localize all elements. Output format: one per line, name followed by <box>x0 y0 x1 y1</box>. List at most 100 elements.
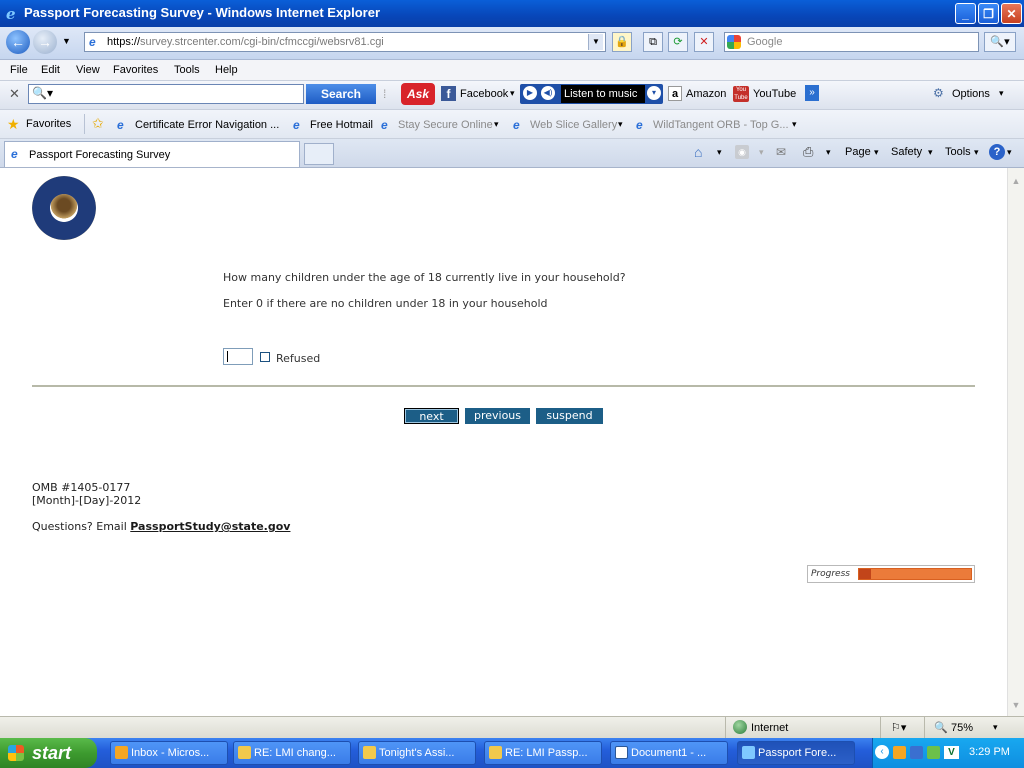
close-toolbar-icon[interactable]: ✕ <box>9 86 20 102</box>
scroll-up-icon[interactable]: ▲ <box>1009 174 1023 188</box>
previous-button[interactable]: previous <box>465 408 530 424</box>
print-dropdown-icon[interactable]: ▾ <box>826 147 831 158</box>
safety-menu[interactable]: Safety <box>891 146 922 158</box>
menu-favorites[interactable]: Favorites <box>113 64 158 76</box>
task-re-lmi-passport[interactable]: RE: LMI Passp... <box>484 741 602 765</box>
forward-button[interactable]: → <box>33 30 57 54</box>
clock[interactable]: 3:29 PM <box>969 746 1010 758</box>
tray-v-icon[interactable]: V <box>944 746 959 759</box>
resize-handle-icon[interactable]: ⁞ <box>383 87 386 101</box>
ask-logo-icon[interactable]: Ask <box>401 83 435 105</box>
play-icon[interactable]: ▶ <box>523 86 537 100</box>
mail-icon <box>363 746 376 759</box>
address-bar[interactable]: e https://survey.strcenter.com/cgi-bin/c… <box>84 32 606 52</box>
fav-wildtangent[interactable]: WildTangent ORB - Top G... <box>653 119 789 131</box>
address-toolbar: ← → ▼ e https://survey.strcenter.com/cgi… <box>0 27 1024 60</box>
facebook-button[interactable]: Facebook <box>460 88 508 100</box>
start-button[interactable]: start <box>0 738 97 768</box>
task-passport-forecasting[interactable]: Passport Fore... <box>737 741 855 765</box>
menu-edit[interactable]: Edit <box>41 64 60 76</box>
task-tonights-assignment[interactable]: Tonight's Assi... <box>358 741 476 765</box>
tray-collapse-icon[interactable]: ‹ <box>875 745 889 759</box>
volume-icon[interactable]: ◀) <box>541 86 555 100</box>
refused-label[interactable]: Refused <box>276 352 320 365</box>
refused-checkbox[interactable] <box>260 352 270 362</box>
suspend-button[interactable]: suspend <box>536 408 603 424</box>
options-button[interactable]: Options <box>952 88 990 100</box>
minimize-button[interactable]: _ <box>955 3 976 24</box>
help-dropdown-icon[interactable]: ▾ <box>1007 147 1012 158</box>
facebook-dropdown-icon[interactable]: ▾ <box>510 88 515 99</box>
lock-icon[interactable]: 🔒 <box>612 32 632 52</box>
page-dropdown-icon[interactable]: ▾ <box>874 147 879 158</box>
text-cursor <box>227 351 228 362</box>
tab-passport-survey[interactable]: e Passport Forecasting Survey <box>4 141 300 167</box>
menu-tools[interactable]: Tools <box>174 64 200 76</box>
back-button[interactable]: ← <box>6 30 30 54</box>
scroll-down-icon[interactable]: ▼ <box>1009 698 1023 712</box>
state-department-seal <box>32 176 96 240</box>
music-dropdown-icon[interactable]: ▾ <box>647 86 661 100</box>
separator <box>84 114 85 134</box>
protected-mode-icon[interactable]: ⚐▾ <box>891 721 906 734</box>
web-search-input[interactable]: Google <box>724 32 979 52</box>
more-chevron-icon[interactable]: » <box>805 85 819 101</box>
task-document1[interactable]: Document1 - ... <box>610 741 728 765</box>
search-go-icon[interactable]: 🔍▾ <box>984 32 1016 52</box>
maximize-button[interactable]: ❐ <box>978 3 999 24</box>
tray-network-icon[interactable] <box>910 746 923 759</box>
google-icon <box>727 35 741 49</box>
feeds-dropdown-icon[interactable]: ▾ <box>759 147 764 158</box>
close-button[interactable]: ✕ <box>1001 3 1022 24</box>
dropdown-icon[interactable]: ▾ <box>618 119 623 130</box>
help-icon[interactable]: ? <box>989 144 1005 160</box>
new-tab-button[interactable] <box>304 143 334 165</box>
vertical-scrollbar[interactable]: ▲ ▼ <box>1007 168 1024 716</box>
menu-file[interactable]: File <box>10 64 28 76</box>
print-icon[interactable]: ⎙ <box>803 144 813 160</box>
children-count-input[interactable] <box>223 348 253 365</box>
menu-help[interactable]: Help <box>215 64 238 76</box>
zoom-icon[interactable]: 🔍 <box>934 721 948 734</box>
task-re-lmi-change[interactable]: RE: LMI chang... <box>233 741 351 765</box>
listen-to-music-label[interactable]: Listen to music <box>561 85 645 103</box>
safety-dropdown-icon[interactable]: ▾ <box>928 147 933 158</box>
favorites-button[interactable]: Favorites <box>26 118 71 130</box>
zoom-dropdown-icon[interactable]: ▾ <box>993 722 998 733</box>
address-dropdown-icon[interactable]: ▼ <box>588 34 603 50</box>
dropdown-icon[interactable]: ▾ <box>494 119 499 130</box>
tray-app-icon[interactable] <box>893 746 906 759</box>
support-email-link[interactable]: PassportStudy@state.gov <box>130 520 290 533</box>
search-icon: 🔍▾ <box>32 86 53 100</box>
tools-dropdown-icon[interactable]: ▾ <box>974 147 979 158</box>
amazon-button[interactable]: Amazon <box>686 88 726 100</box>
home-icon[interactable]: ⌂ <box>694 144 702 160</box>
toolbar-search-button[interactable]: Search <box>306 84 376 104</box>
toolbar-search-input[interactable]: 🔍▾ <box>28 84 304 104</box>
tools-menu[interactable]: Tools <box>945 146 971 158</box>
zoom-level[interactable]: 75% <box>951 722 973 734</box>
compatibility-view-icon[interactable]: ⧉ <box>643 32 663 52</box>
home-dropdown-icon[interactable]: ▾ <box>717 147 722 158</box>
refresh-icon[interactable]: ⟳ <box>668 32 688 52</box>
fav-stay-secure[interactable]: Stay Secure Online <box>398 119 493 131</box>
next-button[interactable]: next <box>404 408 459 424</box>
gear-icon: ⚙ <box>933 86 944 100</box>
page-menu[interactable]: Page <box>845 146 871 158</box>
task-inbox[interactable]: Inbox - Micros... <box>110 741 228 765</box>
stop-icon[interactable]: ✕ <box>694 32 714 52</box>
menu-view[interactable]: View <box>76 64 100 76</box>
page-icon: e <box>636 118 643 132</box>
tray-security-icon[interactable] <box>927 746 940 759</box>
ask-toolbar: ✕ 🔍▾ Search ⁞ Ask f Facebook ▾ ▶ ◀) List… <box>0 80 1024 110</box>
read-mail-icon[interactable]: ✉ <box>776 145 786 159</box>
youtube-button[interactable]: YouTube <box>753 88 796 100</box>
feeds-icon[interactable]: ◉ <box>735 145 749 159</box>
recent-pages-dropdown-icon[interactable]: ▼ <box>62 36 71 46</box>
add-favorite-icon[interactable]: ✩ <box>92 115 104 132</box>
dropdown-icon[interactable]: ▾ <box>792 119 797 130</box>
fav-web-slice-gallery[interactable]: Web Slice Gallery <box>530 119 617 131</box>
options-dropdown-icon[interactable]: ▾ <box>999 88 1004 99</box>
fav-certificate-error[interactable]: Certificate Error Navigation ... <box>135 119 279 131</box>
fav-free-hotmail[interactable]: Free Hotmail <box>310 119 373 131</box>
